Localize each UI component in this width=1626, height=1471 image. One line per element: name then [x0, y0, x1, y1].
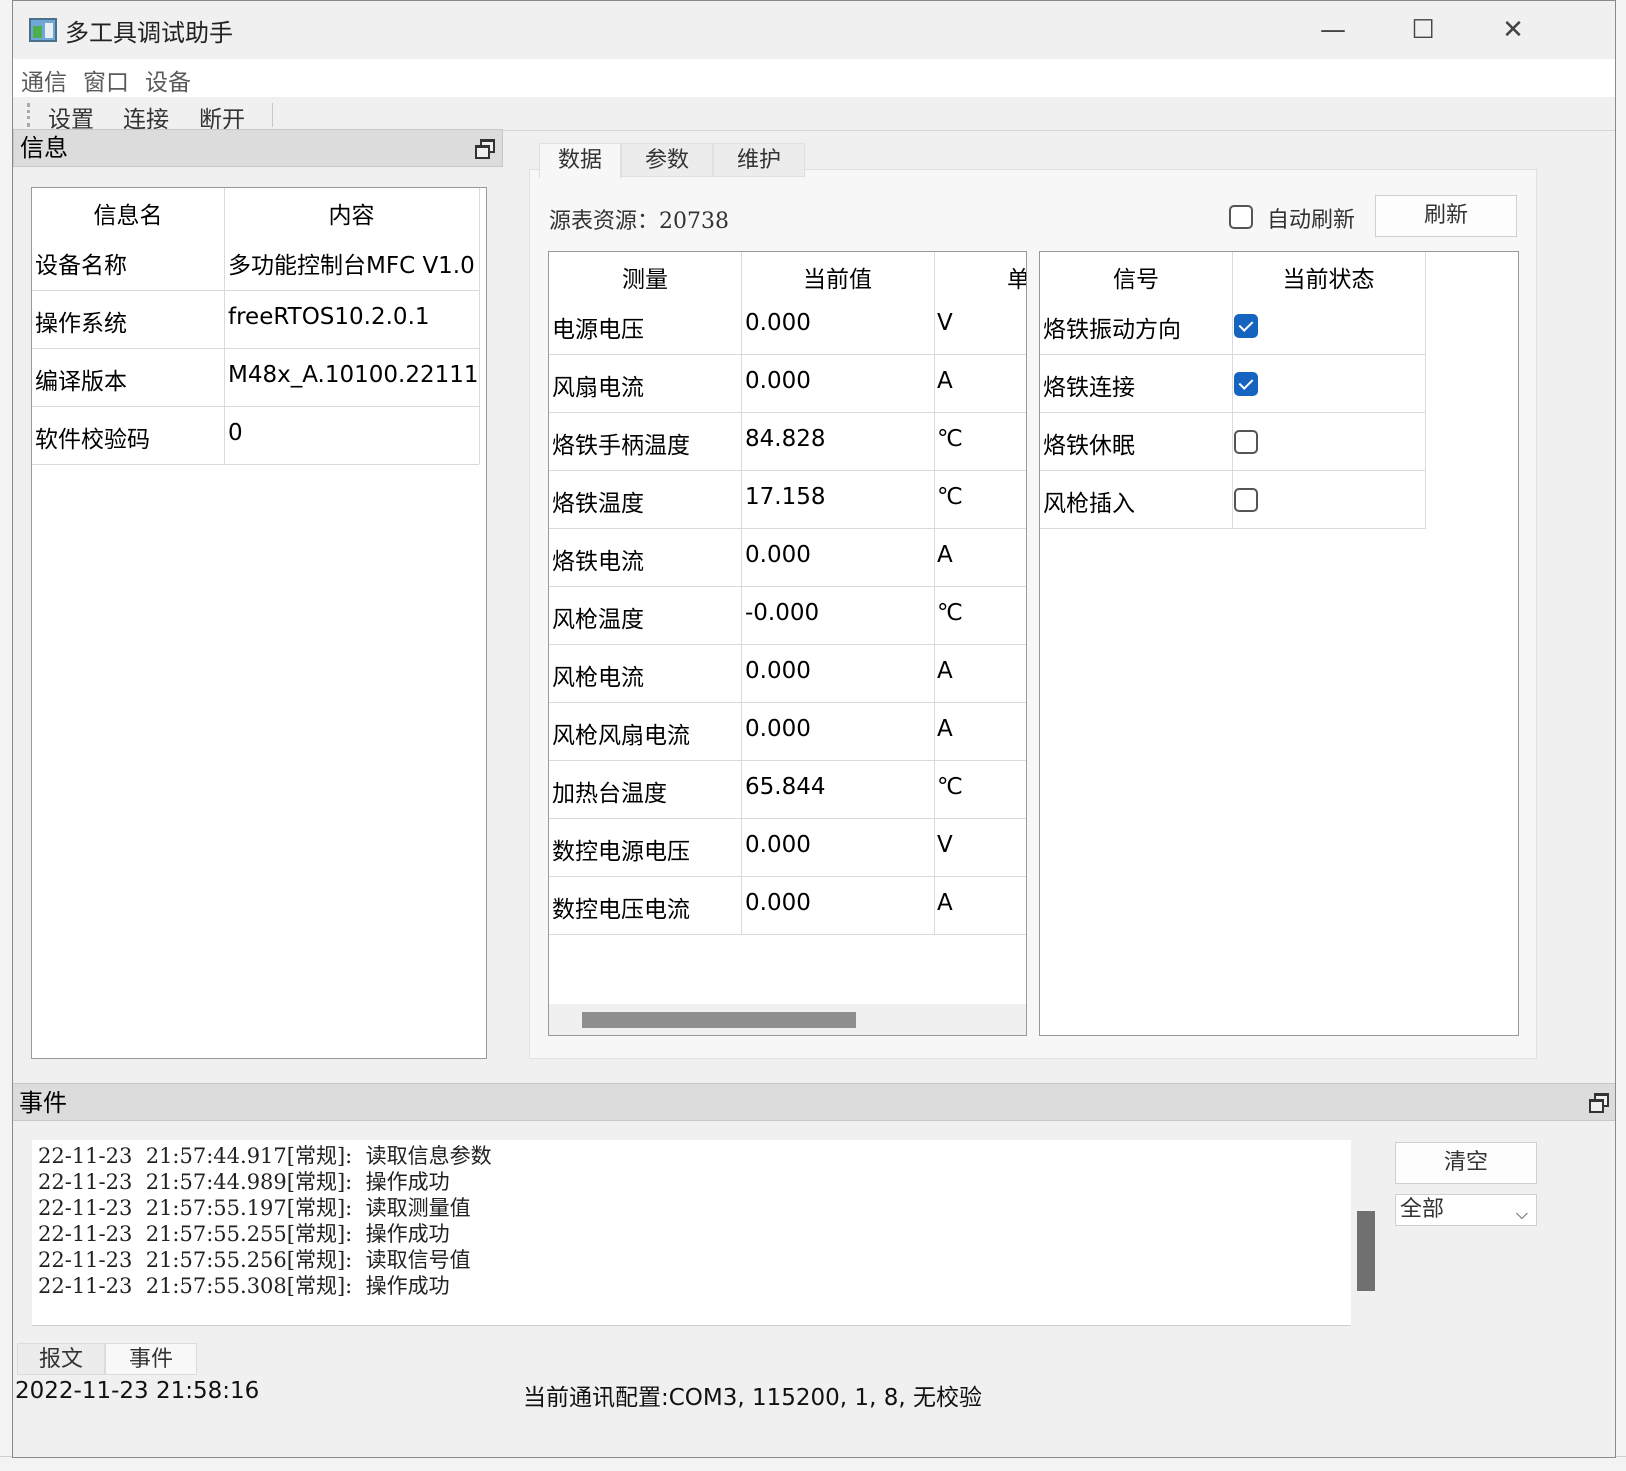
measure-value: 0.000	[745, 832, 811, 858]
measure-unit: ℃	[937, 426, 963, 452]
menu-window[interactable]: 窗口	[83, 63, 129, 97]
event-dock-float-icon[interactable]	[1589, 1093, 1609, 1113]
background-window-bottom	[0, 1456, 1626, 1471]
measure-value: 0.000	[745, 368, 811, 394]
measure-unit: V	[937, 832, 953, 858]
measure-unit: ℃	[937, 774, 963, 800]
measure-name: 烙铁电流	[552, 549, 644, 575]
toolbar-separator	[272, 103, 273, 127]
minimize-button[interactable]: —	[1287, 1, 1379, 59]
event-filter-value: 全部	[1400, 1197, 1445, 1222]
measure-value: 17.158	[745, 484, 826, 510]
signal-state-checkbox[interactable]	[1234, 488, 1258, 512]
measure-value: -0.000	[745, 600, 820, 626]
measurement-hscroll-thumb[interactable]	[582, 1012, 856, 1028]
measure-unit: A	[937, 716, 953, 742]
event-log-vscroll-thumb[interactable]	[1357, 1211, 1375, 1291]
info-row-value: 多功能控制台MFC V1.0	[228, 253, 475, 279]
info-row-value: 0	[228, 420, 243, 446]
measure-name: 数控电压电流	[552, 897, 690, 923]
auto-refresh-label[interactable]: 自动刷新	[1267, 202, 1355, 234]
maximize-button[interactable]: ☐	[1377, 1, 1469, 59]
source-resource-label: 源表资源：20738	[549, 209, 729, 234]
info-dock-float-icon[interactable]	[475, 139, 495, 159]
measure-name: 电源电压	[552, 317, 644, 343]
signal-table: 信号 当前状态 烙铁振动方向 烙铁连接 烙铁休眠 风枪插入	[1039, 251, 1519, 1036]
signal-state-checkbox[interactable]	[1234, 314, 1258, 338]
measure-unit: ℃	[937, 484, 963, 510]
info-col-content[interactable]: 内容	[224, 196, 479, 230]
measure-value: 0.000	[745, 658, 811, 684]
menu-bar	[13, 59, 1615, 97]
measure-name: 风枪风扇电流	[552, 723, 690, 749]
tab-events[interactable]: 事件	[105, 1343, 197, 1375]
tab-data[interactable]: 数据	[539, 143, 621, 179]
event-log[interactable]: 22-11-23 21:57:44.917[常规]: 读取信息参数 22-11-…	[32, 1140, 1382, 1326]
info-row-name: 操作系统	[35, 311, 127, 337]
info-row-name: 编译版本	[35, 369, 127, 395]
event-filter-select[interactable]: 全部 ⌵	[1395, 1194, 1537, 1226]
measure-col-unit[interactable]: 单	[1007, 260, 1026, 294]
tab-maintenance[interactable]: 维护	[713, 143, 805, 177]
measurement-hscroll[interactable]	[549, 1004, 1026, 1035]
log-line: 22-11-23 21:57:55.308[常规]: 操作成功	[38, 1274, 450, 1298]
signal-state-checkbox[interactable]	[1234, 372, 1258, 396]
tab-params[interactable]: 参数	[621, 143, 713, 177]
event-dock-title: 事件	[19, 1089, 67, 1117]
info-row-name: 软件校验码	[35, 427, 150, 453]
measure-name: 风枪温度	[552, 607, 644, 633]
info-table: 信息名 内容 设备名称 多功能控制台MFC V1.0 操作系统 freeRTOS…	[31, 187, 487, 1059]
main-window: 多工具调试助手 — ☐ ✕ 通信 窗口 设备 设置 连接 断开 信息 信息名 内…	[12, 0, 1616, 1458]
tab-packets[interactable]: 报文	[17, 1343, 105, 1375]
measure-value: 0.000	[745, 310, 811, 336]
measure-unit: A	[937, 368, 953, 394]
measure-name: 烙铁手柄温度	[552, 433, 690, 459]
measure-name: 风枪电流	[552, 665, 644, 691]
signal-name: 风枪插入	[1043, 491, 1135, 517]
info-row-value: M48x_A.10100.221113	[228, 362, 478, 388]
measure-value: 0.000	[745, 716, 811, 742]
measure-col-name[interactable]: 测量	[549, 260, 741, 294]
menu-comm[interactable]: 通信	[21, 63, 67, 97]
measure-value: 0.000	[745, 890, 811, 916]
measure-unit: ℃	[937, 600, 963, 626]
auto-refresh-checkbox[interactable]	[1229, 205, 1253, 229]
info-col-name[interactable]: 信息名	[32, 196, 224, 230]
status-datetime: 2022-11-23 21:58:16	[15, 1378, 260, 1404]
measure-name: 烙铁温度	[552, 491, 644, 517]
signal-col-name[interactable]: 信号	[1040, 260, 1232, 294]
signal-state-checkbox[interactable]	[1234, 430, 1258, 454]
chevron-down-icon: ⌵	[1515, 1204, 1528, 1223]
measurement-table: 测量 当前值 单 电源电压 0.000 V 风扇电流 0.000 A 烙铁手柄温…	[548, 251, 1027, 1036]
menu-device[interactable]: 设备	[145, 63, 191, 97]
measure-name: 数控电源电压	[552, 839, 690, 865]
status-comm-config: 当前通讯配置:COM3, 115200, 1, 8, 无校验	[523, 1385, 982, 1411]
toolbar	[13, 97, 1615, 131]
signal-name: 烙铁振动方向	[1043, 317, 1181, 343]
measure-value: 0.000	[745, 542, 811, 568]
measure-unit: A	[937, 658, 953, 684]
measure-value: 65.844	[745, 774, 826, 800]
signal-col-state[interactable]: 当前状态	[1232, 260, 1425, 294]
info-dock-title: 信息	[13, 129, 503, 167]
info-row-name: 设备名称	[35, 253, 127, 279]
measure-name: 加热台温度	[552, 781, 667, 807]
signal-name: 烙铁连接	[1043, 375, 1135, 401]
event-dock-titlebar	[13, 1083, 1615, 1121]
info-row-value: freeRTOS10.2.0.1	[228, 304, 430, 330]
clear-button[interactable]: 清空	[1395, 1142, 1537, 1184]
measure-col-value[interactable]: 当前值	[741, 260, 934, 294]
toolbar-handle[interactable]	[27, 103, 31, 127]
measure-unit: V	[937, 310, 953, 336]
measure-name: 风扇电流	[552, 375, 644, 401]
measure-unit: A	[937, 542, 953, 568]
signal-name: 烙铁休眠	[1043, 433, 1135, 459]
measure-unit: A	[937, 890, 953, 916]
window-title: 多工具调试助手	[65, 19, 233, 47]
measure-value: 84.828	[745, 426, 826, 452]
refresh-button[interactable]: 刷新	[1375, 195, 1517, 237]
close-button[interactable]: ✕	[1467, 1, 1559, 59]
app-icon	[29, 18, 57, 42]
